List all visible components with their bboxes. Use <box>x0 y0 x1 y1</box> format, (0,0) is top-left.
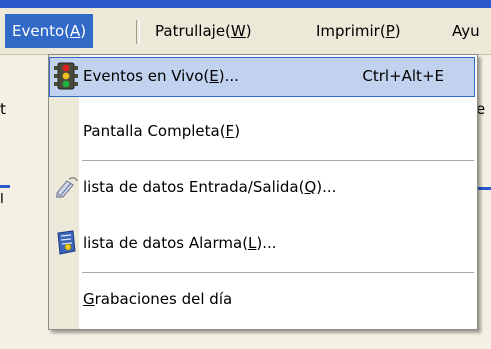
key-card-icon <box>53 173 79 201</box>
background-rule-left <box>0 185 10 188</box>
menu-item-label: Grabaciones del día <box>83 290 233 308</box>
menu-divider <box>82 272 474 273</box>
background-text-left: t <box>0 100 6 118</box>
menu-divider <box>82 160 474 161</box>
menu-ayuda[interactable]: Ayu <box>445 14 487 48</box>
menu-imprimir[interactable]: Imprimir(P) <box>309 14 408 48</box>
menu-patrullaje[interactable]: Patrullaje(W) <box>148 14 259 48</box>
menu-item-lista-entrada-salida[interactable]: lista de datos Entrada/Salida(Q)... <box>50 169 474 207</box>
menu-evento[interactable]: Evento(A) <box>5 14 94 48</box>
menu-item-pantalla-completa[interactable]: Pantalla Completa(F) <box>50 113 474 151</box>
traffic-light-icon <box>53 62 79 90</box>
menu-item-label: Pantalla Completa(F) <box>83 122 241 140</box>
menu-item-shortcut: Ctrl+Alt+E <box>362 67 444 85</box>
title-bar-strip <box>0 0 491 8</box>
menu-item-eventos-en-vivo[interactable]: Eventos en Vivo(E)... Ctrl+Alt+E <box>49 57 475 97</box>
menu-item-label: lista de datos Alarma(L)... <box>83 234 277 252</box>
menu-item-label: lista de datos Entrada/Salida(Q)... <box>83 178 337 196</box>
menu-item-label: Eventos en Vivo(E)... <box>83 67 239 85</box>
menubar-separator <box>136 20 140 44</box>
menu-item-grabaciones-del-dia[interactable]: Grabaciones del día <box>50 281 474 319</box>
background-rule-right <box>478 187 491 190</box>
background-tick-left: I <box>0 192 4 207</box>
evento-dropdown-menu: Eventos en Vivo(E)... Ctrl+Alt+E Pantall… <box>48 54 478 330</box>
background-text-right: e <box>476 100 486 118</box>
alarm-list-icon <box>53 229 79 257</box>
menu-item-lista-alarma[interactable]: lista de datos Alarma(L)... <box>50 225 474 263</box>
menu-bar: Evento(A) Patrullaje(W) Imprimir(P) Ayu <box>0 8 491 55</box>
